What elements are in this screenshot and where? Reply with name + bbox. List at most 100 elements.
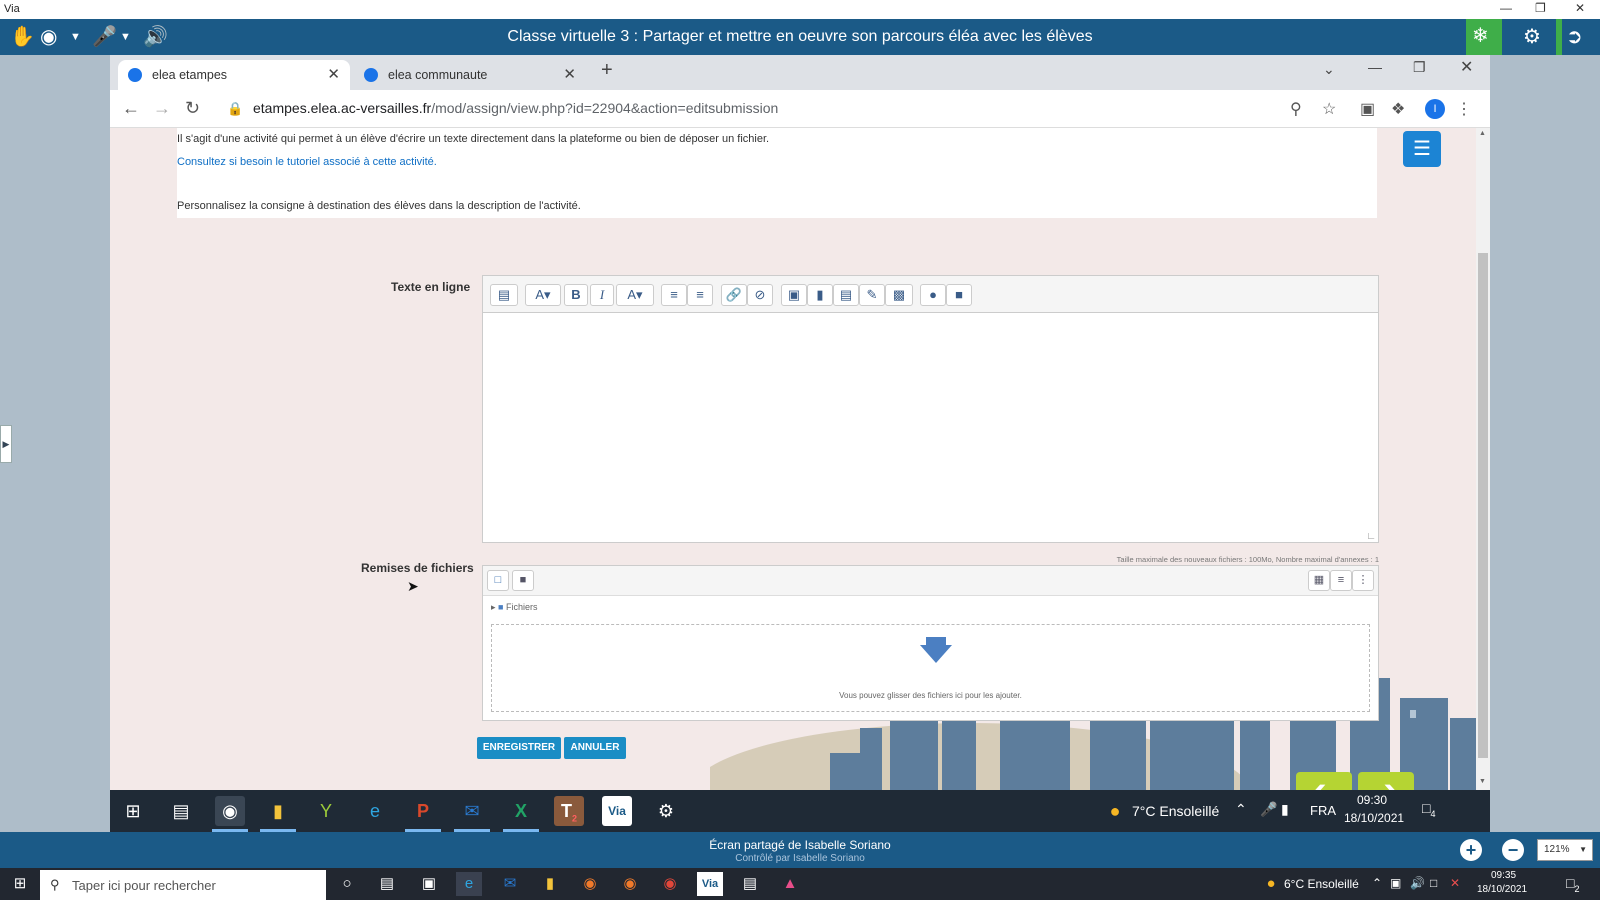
edge-icon[interactable]: e <box>456 872 482 896</box>
create-folder-icon[interactable]: ■ <box>512 570 534 591</box>
network-icon[interactable]: ▣ <box>1390 876 1401 890</box>
weather-text[interactable]: 6°C Ensoleillé <box>1284 877 1359 891</box>
puzzle-icon[interactable]: ❖ <box>1391 99 1405 119</box>
forward-icon[interactable]: → <box>153 98 171 119</box>
display-icon[interactable]: □ <box>1430 876 1437 890</box>
side-panel-toggle[interactable]: ▶ <box>0 425 12 463</box>
paint-app-icon[interactable]: ▲ <box>777 872 803 896</box>
zoom-out-button[interactable]: − <box>1502 839 1524 861</box>
previous-arrow-button[interactable]: 🡠 <box>1296 772 1352 790</box>
tab-search-icon[interactable]: ⌄ <box>1323 61 1335 78</box>
font-color-icon[interactable]: A▾ <box>616 284 654 306</box>
paragraph-style-icon[interactable]: A▾ <box>525 284 561 306</box>
media-icon[interactable]: ▮ <box>807 284 833 306</box>
minimize-icon[interactable]: — <box>1368 59 1382 75</box>
profile-avatar[interactable]: I <box>1425 99 1445 119</box>
gear-icon[interactable]: ⚙ <box>651 796 681 826</box>
language-indicator[interactable]: FRA <box>1310 803 1336 818</box>
exit-icon[interactable]: ➲ <box>1566 24 1583 50</box>
bold-icon[interactable]: B <box>564 284 588 306</box>
star-icon[interactable]: ☆ <box>1322 99 1336 119</box>
edge-icon[interactable]: e <box>360 796 390 826</box>
via-app-icon[interactable]: Via <box>697 872 723 896</box>
file-drop-zone[interactable]: Vous pouvez glisser des fichiers ici pou… <box>491 624 1370 712</box>
add-file-icon[interactable]: □ <box>487 570 509 591</box>
scroll-up-icon[interactable]: ▲ <box>1479 130 1486 137</box>
chevron-up-icon[interactable]: ⌃ <box>1235 801 1247 818</box>
link-icon[interactable]: 🔗 <box>721 284 747 306</box>
notification-icon[interactable]: □4 <box>1422 800 1435 819</box>
minimize-icon[interactable]: — <box>1500 1 1512 15</box>
reload-icon[interactable]: ↻ <box>185 98 200 119</box>
resize-handle-icon[interactable]: ∟ <box>1366 531 1376 542</box>
save-button[interactable]: ENREGISTRER <box>477 737 561 759</box>
store-icon[interactable]: ▣ <box>416 872 442 896</box>
tree-view-icon[interactable]: ⋮ <box>1352 570 1374 591</box>
back-icon[interactable]: ← <box>122 98 140 119</box>
numbered-list-icon[interactable]: ≡ <box>687 284 713 306</box>
lock-icon[interactable]: 🔒 <box>227 101 243 117</box>
unlink-icon[interactable]: ⊘ <box>747 284 773 306</box>
chevron-up-icon[interactable]: ⌃ <box>1372 876 1382 890</box>
zoom-select[interactable]: 121% ▼ <box>1537 839 1593 861</box>
teams-icon[interactable]: T2 <box>554 796 584 826</box>
windows-start-icon[interactable]: ⊞ <box>7 872 33 896</box>
zoom-in-button[interactable]: + <box>1460 839 1482 861</box>
firefox-icon[interactable]: ◉ <box>577 872 603 896</box>
microphone-icon[interactable]: 🎤 <box>1260 801 1277 818</box>
alert-icon[interactable]: ✕ <box>1450 876 1460 890</box>
grid-view-icon[interactable]: ▦ <box>1308 570 1330 591</box>
restore-icon[interactable]: ❐ <box>1535 1 1546 15</box>
record-video-icon[interactable]: ■ <box>946 284 972 306</box>
excel-icon[interactable]: X <box>506 796 536 826</box>
folder-path[interactable]: ▸ ■ Fichiers <box>491 602 538 613</box>
tutorial-link[interactable]: Consultez si besoin le tutoriel associé … <box>177 156 437 168</box>
scroll-down-icon[interactable]: ▼ <box>1479 778 1486 785</box>
firefox-icon[interactable]: ◉ <box>617 872 643 896</box>
draw-icon[interactable]: ✎ <box>859 284 885 306</box>
tab-elea-etampes[interactable]: elea etampes ✕ <box>118 60 350 90</box>
bullet-list-icon[interactable]: ≡ <box>661 284 687 306</box>
tab-elea-communaute[interactable]: elea communaute ✕ <box>354 60 586 90</box>
zoom-icon[interactable]: ⚲ <box>1290 99 1302 119</box>
task-view-icon[interactable]: ▤ <box>374 872 400 896</box>
image-icon[interactable]: ▣ <box>781 284 807 306</box>
close-icon[interactable]: ✕ <box>563 65 576 83</box>
next-arrow-button[interactable]: 🡢 <box>1358 772 1414 790</box>
taskbar-search[interactable]: ⚲ Taper ici pour rechercher <box>40 870 326 900</box>
file-manager-icon[interactable]: ▤ <box>833 284 859 306</box>
cancel-button[interactable]: ANNULER <box>564 737 626 759</box>
task-view-icon[interactable]: ▤ <box>166 796 196 826</box>
gear-icon[interactable]: ⚙ <box>1523 24 1541 50</box>
app-y-icon[interactable]: Y <box>311 796 341 826</box>
network-status-indicator[interactable]: ❄ <box>1466 19 1502 55</box>
mail-icon[interactable]: ✉ <box>457 796 487 826</box>
file-explorer-icon[interactable]: ▮ <box>537 872 563 896</box>
list-view-icon[interactable]: ≡ <box>1330 570 1352 591</box>
notes-app-icon[interactable]: ▤ <box>737 872 763 896</box>
close-icon[interactable]: ✕ <box>1460 57 1473 77</box>
clock-date[interactable]: 18/10/2021 <box>1477 884 1527 895</box>
scrollbar-thumb[interactable] <box>1478 253 1488 758</box>
cortana-icon[interactable]: ○ <box>334 872 360 896</box>
clock-date[interactable]: 18/10/2021 <box>1344 811 1404 825</box>
file-explorer-icon[interactable]: ▮ <box>263 796 293 826</box>
notification-icon[interactable]: □2 <box>1566 875 1579 894</box>
close-icon[interactable]: ✕ <box>1575 1 1585 15</box>
clock-time[interactable]: 09:30 <box>1357 793 1387 807</box>
chrome-icon[interactable]: ◉ <box>215 796 245 826</box>
clock-time[interactable]: 09:35 <box>1491 870 1516 881</box>
restore-icon[interactable]: ❐ <box>1413 59 1426 76</box>
windows-start-icon[interactable]: ⊞ <box>118 796 148 826</box>
online-text-editor[interactable]: ▤ A▾ B I A▾ ≡ ≡ 🔗 ⊘ ▣ ▮ ▤ ✎ ▩ ● ■ ∟ <box>482 275 1379 543</box>
drawer-menu-button[interactable]: ☰ <box>1403 131 1441 167</box>
h5p-icon[interactable]: ▩ <box>885 284 913 306</box>
italic-icon[interactable]: I <box>590 284 614 306</box>
extension-app-icon[interactable]: ▣ <box>1360 99 1375 119</box>
speaker-icon[interactable]: 🔊 <box>1410 876 1425 890</box>
weather-text[interactable]: 7°C Ensoleillé <box>1132 803 1219 819</box>
via-app-icon[interactable]: Via <box>602 796 632 826</box>
battery-icon[interactable]: ▮ <box>1281 801 1289 818</box>
more-menu-icon[interactable]: ⋮ <box>1456 99 1472 119</box>
toggle-toolbar-icon[interactable]: ▤ <box>490 284 518 306</box>
